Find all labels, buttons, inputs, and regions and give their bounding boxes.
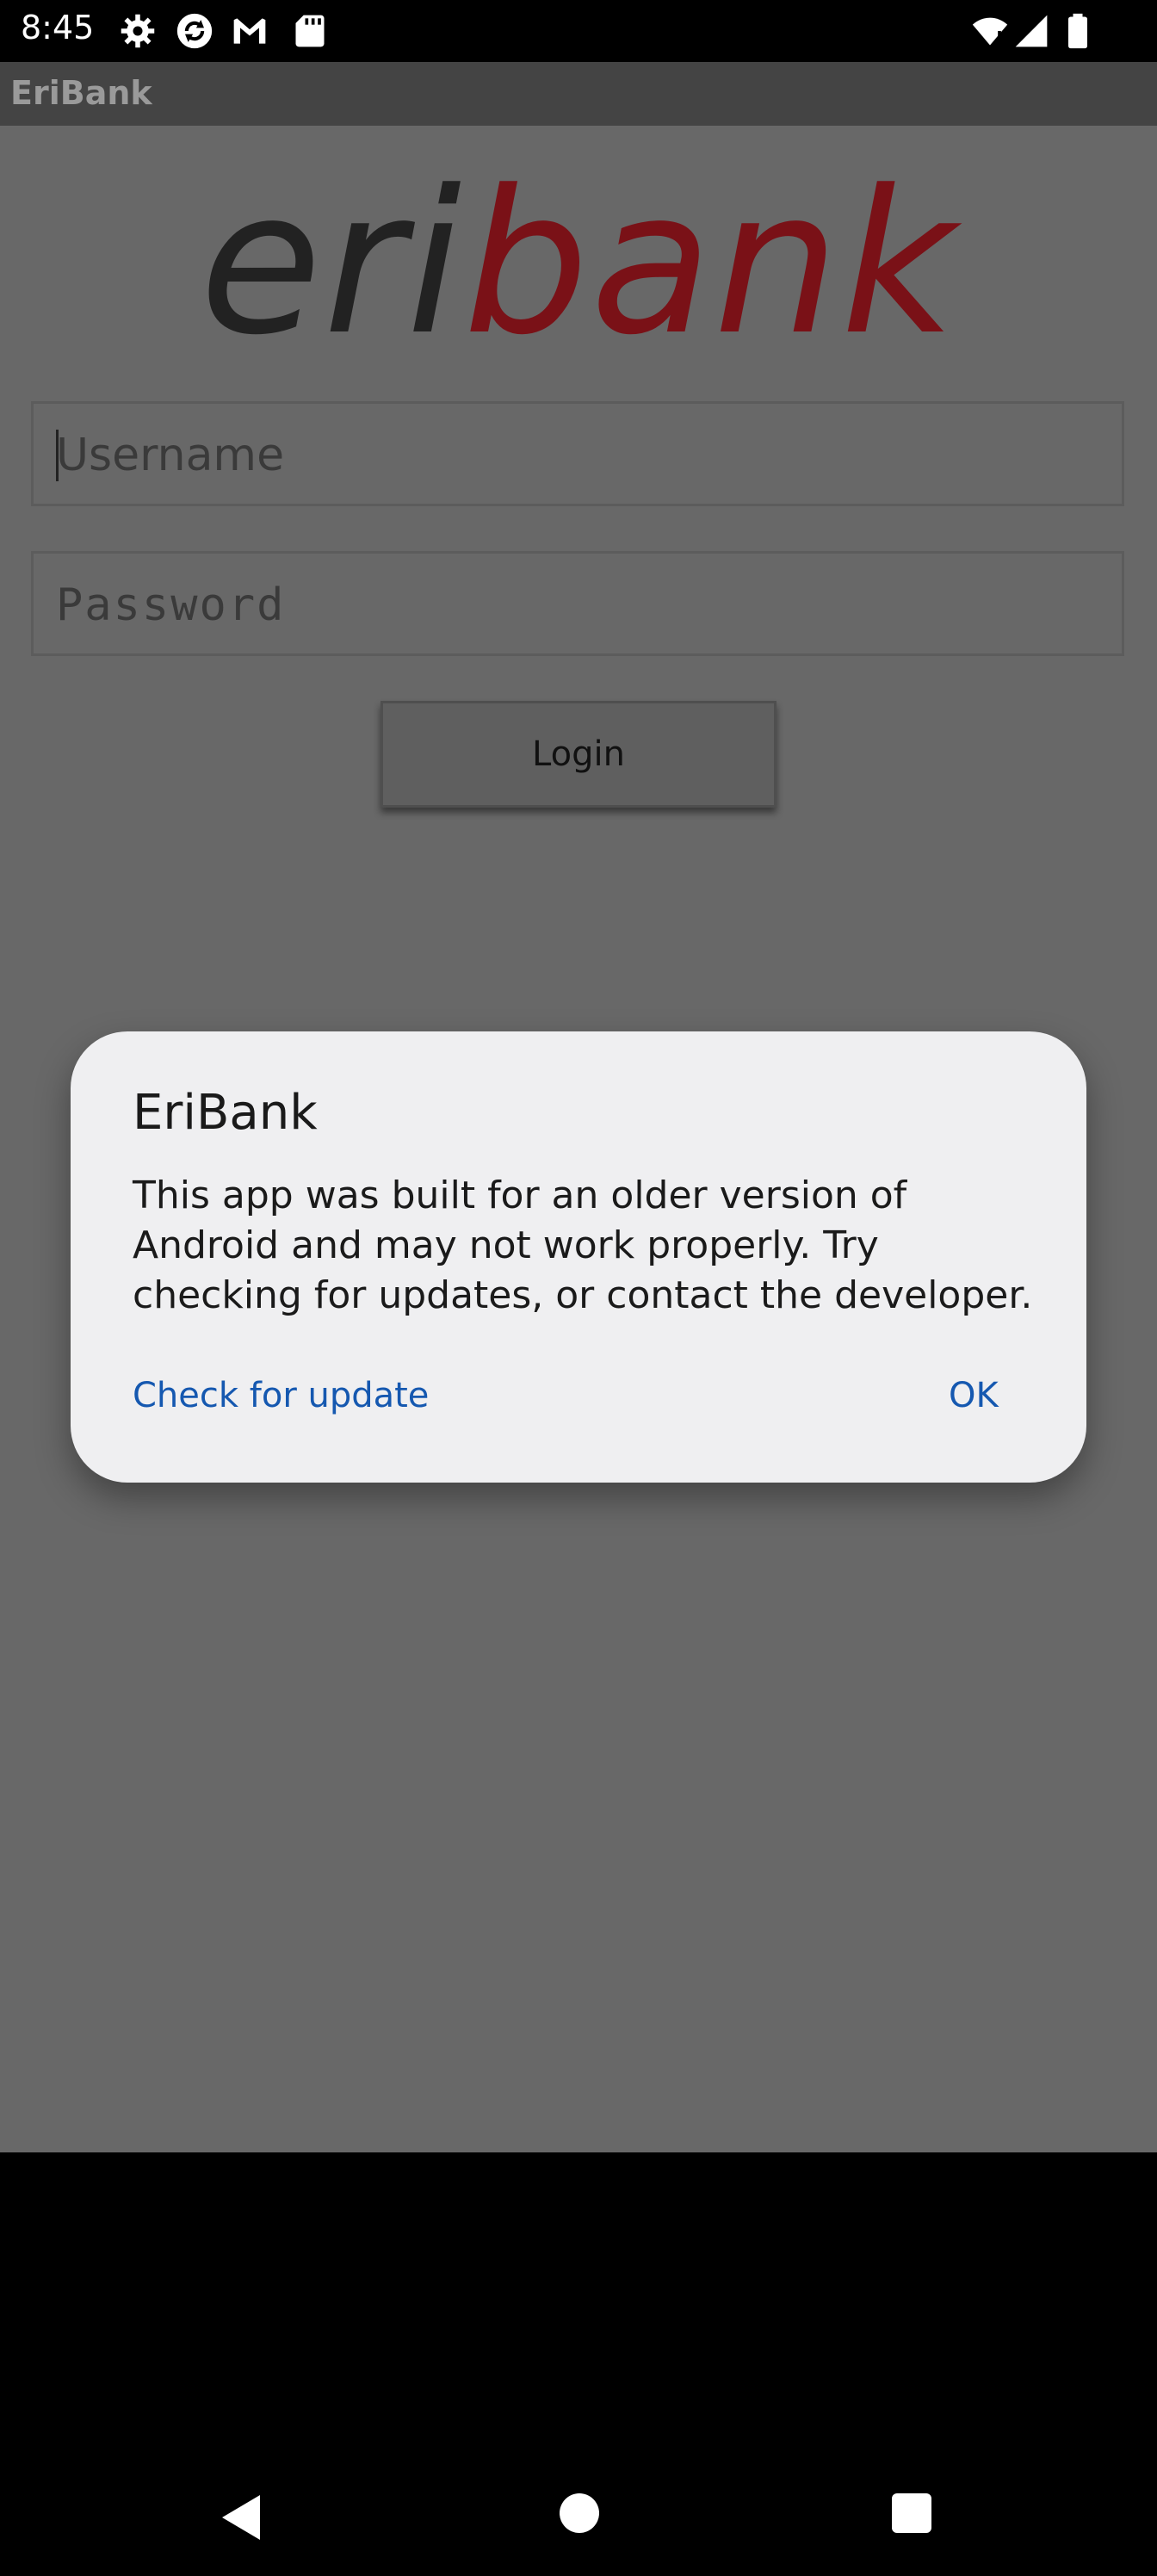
status-bar: 8:45 bbox=[0, 0, 1157, 62]
sd-card-icon bbox=[295, 15, 325, 47]
wifi-icon bbox=[972, 17, 1008, 46]
login-button-label: Login bbox=[532, 734, 625, 774]
settings-icon bbox=[121, 14, 155, 48]
battery-icon bbox=[1068, 13, 1087, 49]
navigation-bar bbox=[0, 2152, 1157, 2576]
home-icon[interactable] bbox=[560, 2493, 599, 2533]
username-field[interactable] bbox=[31, 401, 1124, 506]
logo-text-bank: bank bbox=[463, 149, 957, 379]
signal-icon bbox=[1015, 15, 1048, 47]
logo-text-eri: eri bbox=[200, 149, 464, 379]
dialog-message: This app was built for an older version … bbox=[133, 1173, 1033, 1317]
back-icon[interactable] bbox=[217, 2490, 265, 2545]
username-input[interactable] bbox=[54, 424, 1091, 486]
ok-button[interactable]: OK bbox=[949, 1376, 999, 1415]
eribank-logo: eribank bbox=[0, 165, 1157, 363]
sync-icon bbox=[176, 13, 213, 49]
app-bar: EriBank bbox=[0, 62, 1157, 126]
app-title: EriBank bbox=[10, 74, 152, 112]
login-button[interactable]: Login bbox=[381, 701, 776, 808]
recents-icon[interactable] bbox=[892, 2493, 931, 2533]
compatibility-dialog: EriBank This app was built for an older … bbox=[71, 1031, 1086, 1483]
password-field[interactable] bbox=[31, 551, 1124, 656]
password-input[interactable] bbox=[54, 574, 1091, 636]
dialog-title: EriBank bbox=[133, 1085, 318, 1141]
status-time: 8:45 bbox=[21, 9, 95, 46]
text-cursor bbox=[56, 430, 59, 481]
gmail-icon bbox=[233, 18, 266, 44]
check-for-update-button[interactable]: Check for update bbox=[133, 1376, 429, 1415]
